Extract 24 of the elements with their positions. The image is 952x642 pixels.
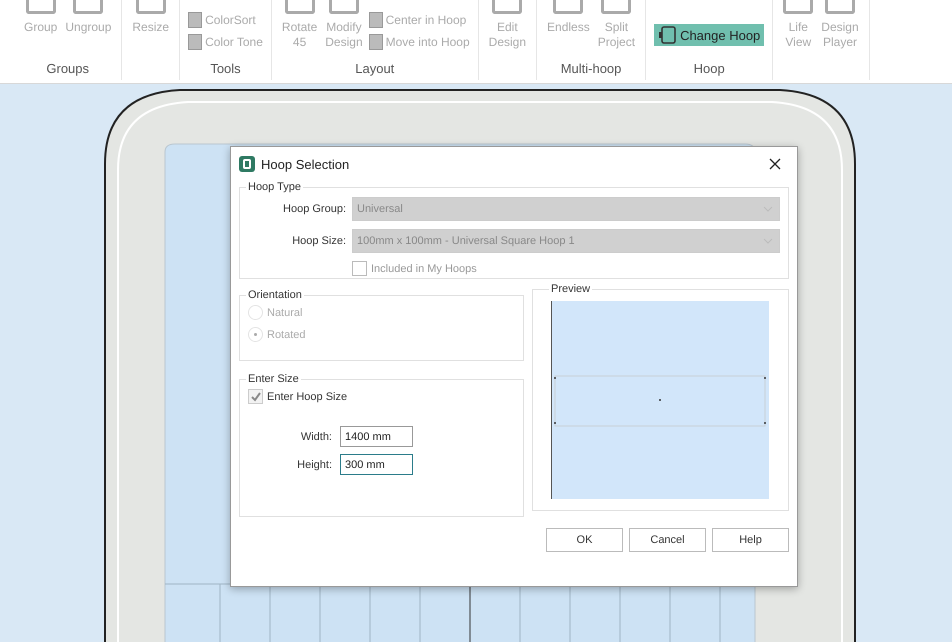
field-label: Height: (296, 458, 333, 470)
group-label: Hoop (694, 61, 725, 76)
dialog-title: Hoop Selection (261, 156, 350, 172)
field-label: Hoop Group: (282, 203, 347, 215)
dialog-button[interactable]: Cancel (629, 528, 706, 552)
group-label: Multi-hoop (560, 61, 622, 76)
hoop-icon (658, 26, 678, 44)
group-title: Hoop Type (247, 181, 302, 193)
dialog-button[interactable]: OK (546, 528, 623, 552)
field-label: Width: (300, 430, 333, 442)
checkmark-icon (250, 390, 262, 402)
app-icon (239, 156, 255, 172)
group-label: Tools (210, 61, 241, 76)
size-input[interactable]: 1400 mm (340, 426, 413, 447)
change-hoop-button[interactable]: Change Hoop (654, 24, 764, 46)
dialog-button[interactable]: Help (712, 528, 789, 552)
size-input[interactable]: 300 mm (340, 454, 413, 475)
group-title: Enter Size (247, 373, 300, 385)
field-label: Hoop Size: (291, 235, 347, 247)
group-label: Layout (355, 61, 394, 76)
close-icon (769, 158, 781, 170)
group-title: Preview (550, 283, 592, 295)
group-label: Groups (46, 61, 90, 76)
group-title: Orientation (247, 289, 303, 301)
